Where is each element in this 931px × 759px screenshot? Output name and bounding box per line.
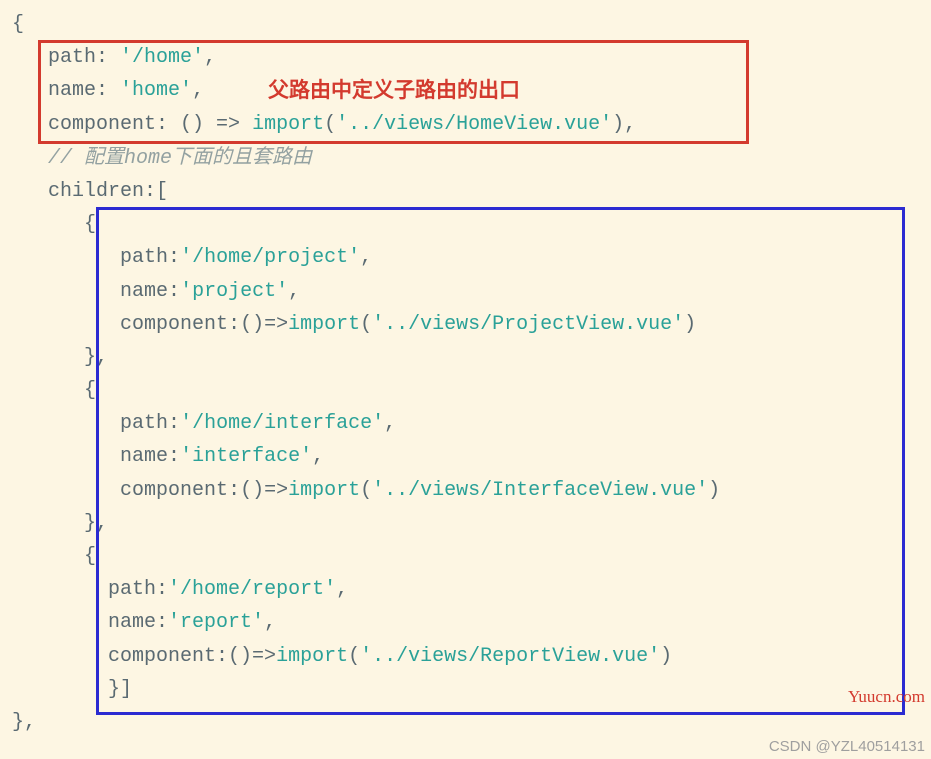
annotation-label: 父路由中定义子路由的出口 bbox=[268, 74, 520, 104]
child3-import: '../views/ReportView.vue' bbox=[360, 645, 660, 668]
val-path: '/home' bbox=[120, 46, 204, 69]
close-brace: }, bbox=[12, 711, 36, 734]
import-keyword: import bbox=[252, 113, 324, 136]
comment-slashes: // bbox=[48, 147, 84, 170]
child3-path: '/home/report' bbox=[168, 578, 336, 601]
prop-path: path bbox=[48, 46, 96, 69]
open-brace: { bbox=[12, 13, 24, 36]
import-home: '../views/HomeView.vue' bbox=[336, 113, 612, 136]
comment-text-1: 配置 bbox=[84, 146, 124, 168]
comment-text-2: 下面的且套路由 bbox=[172, 146, 312, 168]
child2-name: 'interface' bbox=[180, 445, 312, 468]
prop-name: name bbox=[48, 79, 96, 102]
child2-import: '../views/InterfaceView.vue' bbox=[372, 479, 708, 502]
watermark-site: Yuucn.com bbox=[848, 687, 925, 707]
prop-children: children bbox=[48, 180, 144, 203]
child3-name: 'report' bbox=[168, 611, 264, 634]
code-block: { path: '/home', name: 'home', component… bbox=[0, 0, 931, 739]
prop-component: component bbox=[48, 113, 156, 136]
val-name: 'home' bbox=[120, 79, 192, 102]
child2-path: '/home/interface' bbox=[180, 412, 384, 435]
child1-import: '../views/ProjectView.vue' bbox=[372, 313, 684, 336]
close-children: }] bbox=[108, 678, 132, 701]
watermark-csdn: CSDN @YZL40514131 bbox=[769, 738, 925, 755]
child1-name: 'project' bbox=[180, 280, 288, 303]
child1-path: '/home/project' bbox=[180, 246, 360, 269]
comment-text-mid: home bbox=[124, 147, 172, 170]
